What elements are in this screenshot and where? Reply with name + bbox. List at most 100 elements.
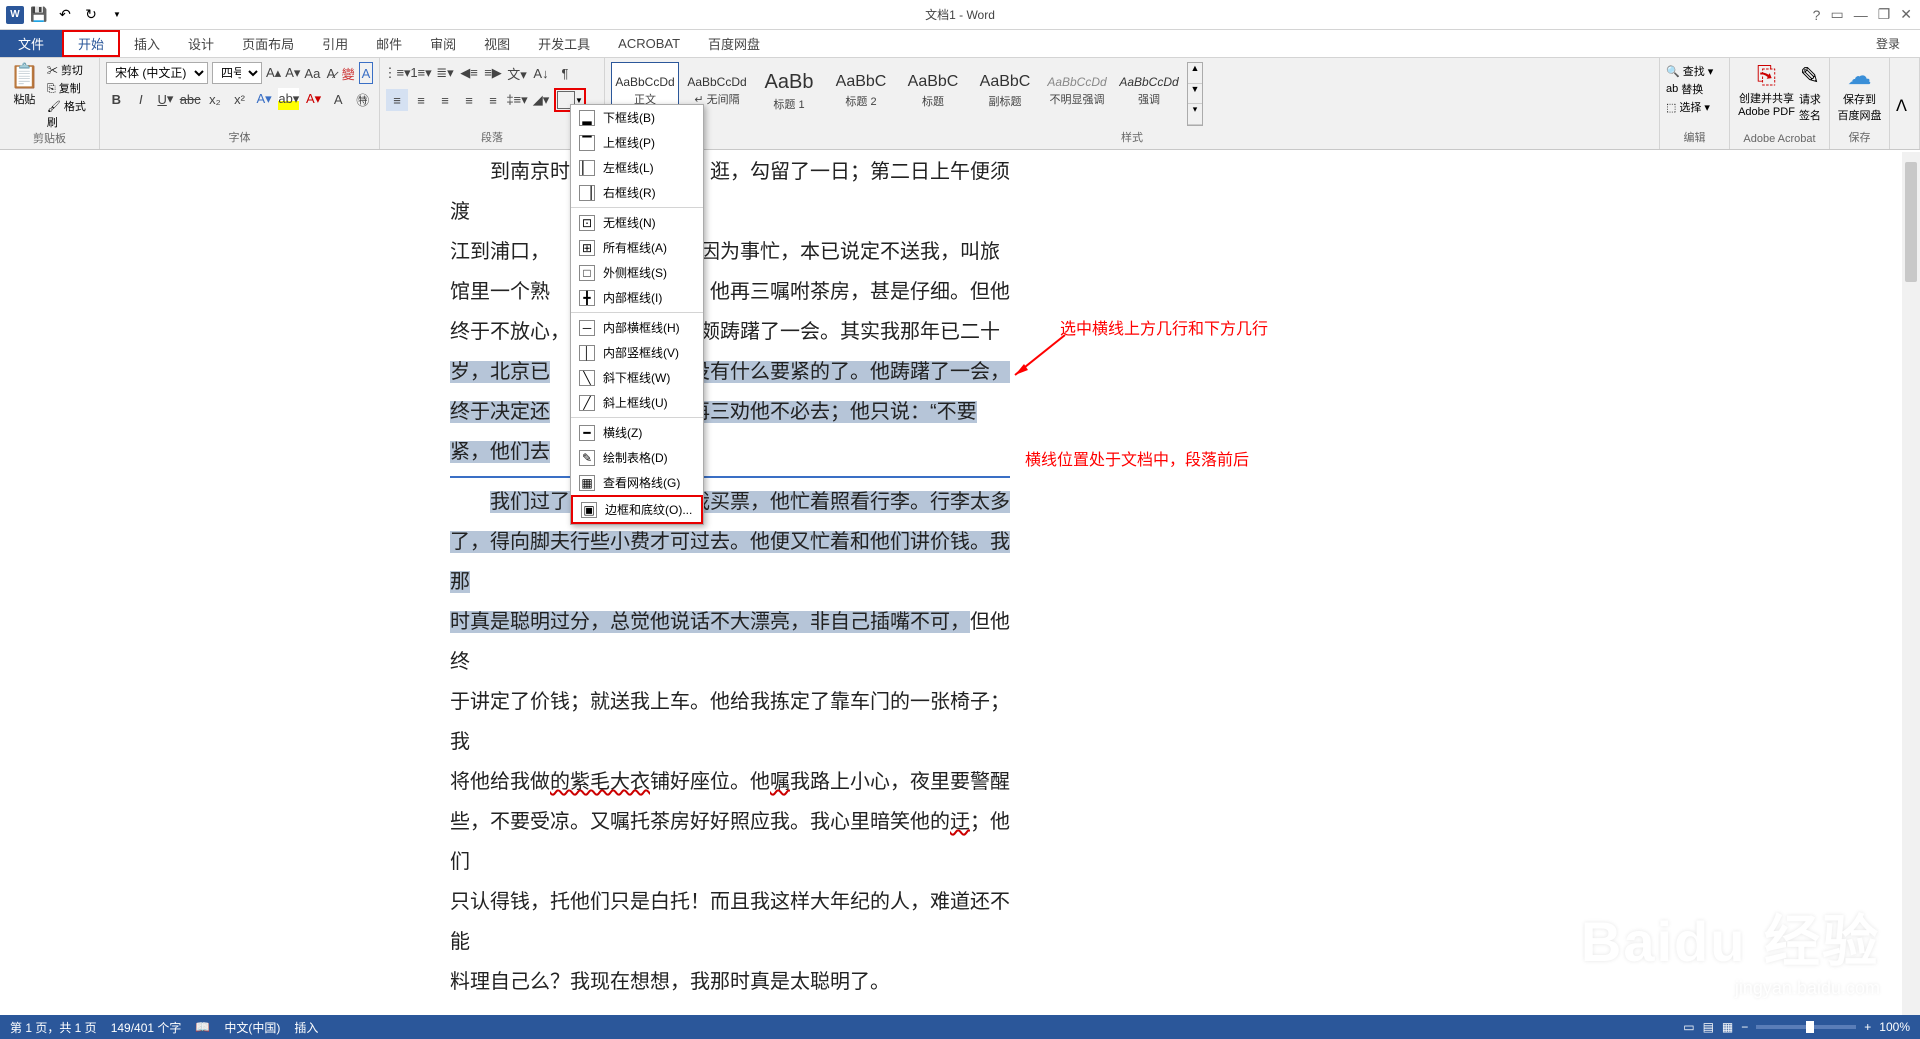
insert-mode[interactable]: 插入 <box>294 1019 318 1036</box>
redo-icon[interactable]: ↻ <box>80 4 102 26</box>
border-insideh-item[interactable]: ─内部横框线(H) <box>571 315 703 340</box>
cut-button[interactable]: ✂ 剪切 <box>47 62 93 78</box>
italic-button[interactable]: I <box>131 88 152 110</box>
font-size-select[interactable]: 四号 <box>212 62 262 84</box>
format-painter-button[interactable]: 🖌 格式刷 <box>47 98 93 130</box>
align-left-button[interactable]: ≡ <box>386 89 408 111</box>
style-heading1[interactable]: AaBb标题 1 <box>755 62 823 120</box>
tab-mailings[interactable]: 邮件 <box>362 30 416 57</box>
border-hline-item[interactable]: ━横线(Z) <box>571 420 703 445</box>
zoom-in-button[interactable]: + <box>1864 1020 1871 1034</box>
justify-button[interactable]: ≡ <box>458 89 480 111</box>
style-emphasis[interactable]: AaBbCcDd强调 <box>1115 62 1183 120</box>
grow-font-button[interactable]: A▴ <box>266 62 281 84</box>
word-count[interactable]: 149/401 个字 <box>111 1019 182 1036</box>
border-right-item[interactable]: ▕右框线(R) <box>571 180 703 205</box>
border-diagup-item[interactable]: ╱斜上框线(U) <box>571 390 703 415</box>
select-button[interactable]: ⬚ 选择▾ <box>1666 98 1723 116</box>
border-none-item[interactable]: ⊡无框线(N) <box>571 210 703 235</box>
bold-button[interactable]: B <box>106 88 127 110</box>
tab-dev[interactable]: 开发工具 <box>524 30 604 57</box>
border-bottom-item[interactable]: ▂下框线(B) <box>571 105 703 130</box>
phonetic-button[interactable]: 變 <box>342 62 355 84</box>
tab-file[interactable]: 文件 <box>0 30 62 57</box>
collapse-ribbon[interactable]: ᐱ <box>1890 58 1920 149</box>
line-spacing-button[interactable]: ‡≡▾ <box>506 89 528 111</box>
align-center-button[interactable]: ≡ <box>410 89 432 111</box>
tab-insert[interactable]: 插入 <box>120 30 174 57</box>
read-mode-icon[interactable]: ▭ <box>1683 1020 1694 1034</box>
language-status[interactable]: 中文(中国) <box>224 1019 280 1036</box>
zoom-out-button[interactable]: − <box>1741 1020 1748 1034</box>
zoom-slider[interactable] <box>1756 1025 1856 1029</box>
vertical-scrollbar[interactable] <box>1902 152 1920 1015</box>
numbering-button[interactable]: 1≡▾ <box>410 62 432 84</box>
style-subtitle[interactable]: AaBbC副标题 <box>971 62 1039 120</box>
border-top-item[interactable]: ▔上框线(P) <box>571 130 703 155</box>
scroll-thumb[interactable] <box>1905 162 1917 282</box>
document-area[interactable]: 到南京时 逛，勾留了一日；第二日上午便须渡 江到浦口， 亲因为事忙，本已说定不送… <box>0 152 1920 1015</box>
copy-button[interactable]: ⎘ 复制 <box>47 80 93 96</box>
tab-design[interactable]: 设计 <box>174 30 228 57</box>
qat-expand-icon[interactable]: ▼ <box>106 4 128 26</box>
login-link[interactable]: 登录 <box>1876 35 1920 52</box>
border-grid-item[interactable]: ▦查看网格线(G) <box>571 470 703 495</box>
print-layout-icon[interactable]: ▤ <box>1703 1020 1714 1034</box>
request-sign-button[interactable]: ✎ 请求签名 <box>1799 62 1821 123</box>
decrease-indent-button[interactable]: ◀≡ <box>458 62 480 84</box>
border-all-item[interactable]: ⊞所有框线(A) <box>571 235 703 260</box>
multilevel-button[interactable]: ≣▾ <box>434 62 456 84</box>
border-left-item[interactable]: ▏左框线(L) <box>571 155 703 180</box>
save-icon[interactable]: 💾 <box>28 4 50 26</box>
replace-button[interactable]: ab 替换 <box>1666 80 1723 98</box>
change-case-button[interactable]: Aa <box>304 62 320 84</box>
web-layout-icon[interactable]: ▦ <box>1722 1020 1733 1034</box>
show-marks-button[interactable]: ¶ <box>554 62 576 84</box>
restore-icon[interactable]: ❐ <box>1878 6 1891 23</box>
border-diagdown-item[interactable]: ╲斜下框线(W) <box>571 365 703 390</box>
strike-button[interactable]: abc <box>180 88 201 110</box>
save-baidu-button[interactable]: ☁ 保存到百度网盘 <box>1836 62 1883 123</box>
enclose-char-button[interactable]: ㊕ <box>352 88 373 110</box>
tab-view[interactable]: 视图 <box>470 30 524 57</box>
sort-button[interactable]: A↓ <box>530 62 552 84</box>
shrink-font-button[interactable]: A▾ <box>285 62 300 84</box>
underline-button[interactable]: U▾ <box>155 88 176 110</box>
paste-button[interactable]: 📋 粘贴 <box>6 62 43 130</box>
text-direction-button[interactable]: 文▾ <box>506 62 528 84</box>
help-icon[interactable]: ? <box>1813 7 1821 23</box>
zoom-level[interactable]: 100% <box>1879 1020 1910 1034</box>
font-color-button[interactable]: A▾ <box>303 88 324 110</box>
style-subtle-emphasis[interactable]: AaBbCcDd不明显强调 <box>1043 62 1111 120</box>
bullets-button[interactable]: ⋮≡▾ <box>386 62 408 84</box>
border-draw-item[interactable]: ✎绘制表格(D) <box>571 445 703 470</box>
font-name-select[interactable]: 宋体 (中文正) <box>106 62 208 84</box>
page-status[interactable]: 第 1 页，共 1 页 <box>10 1019 97 1036</box>
undo-icon[interactable]: ↶ <box>54 4 76 26</box>
increase-indent-button[interactable]: ≡▶ <box>482 62 504 84</box>
highlight-button[interactable]: ab▾ <box>278 88 299 110</box>
border-inside-item[interactable]: ╋内部框线(I) <box>571 285 703 310</box>
align-right-button[interactable]: ≡ <box>434 89 456 111</box>
tab-home[interactable]: 开始 <box>62 30 120 57</box>
distribute-button[interactable]: ≡ <box>482 89 504 111</box>
style-title[interactable]: AaBbC标题 <box>899 62 967 120</box>
subscript-button[interactable]: x₂ <box>205 88 226 110</box>
tab-baidu[interactable]: 百度网盘 <box>694 30 774 57</box>
border-shading-item[interactable]: ▣边框和底纹(O)... <box>571 495 703 524</box>
char-shading-button[interactable]: A <box>328 88 349 110</box>
tab-review[interactable]: 审阅 <box>416 30 470 57</box>
tab-acrobat[interactable]: ACROBAT <box>604 30 694 57</box>
spell-check-icon[interactable]: 📖 <box>195 1020 210 1034</box>
border-insidev-item[interactable]: │内部竖框线(V) <box>571 340 703 365</box>
tab-layout[interactable]: 页面布局 <box>228 30 308 57</box>
char-border-button[interactable]: A <box>359 62 373 84</box>
styles-scroll[interactable]: ▲▼▾ <box>1187 62 1203 126</box>
find-button[interactable]: 🔍 查找▾ <box>1666 62 1723 80</box>
style-heading2[interactable]: AaBbC标题 2 <box>827 62 895 120</box>
create-pdf-button[interactable]: ⎘ 创建并共享Adobe PDF <box>1738 62 1795 123</box>
tab-references[interactable]: 引用 <box>308 30 362 57</box>
text-effects-button[interactable]: A▾ <box>254 88 275 110</box>
ribbon-options-icon[interactable]: ▭ <box>1830 6 1843 23</box>
superscript-button[interactable]: x² <box>229 88 250 110</box>
